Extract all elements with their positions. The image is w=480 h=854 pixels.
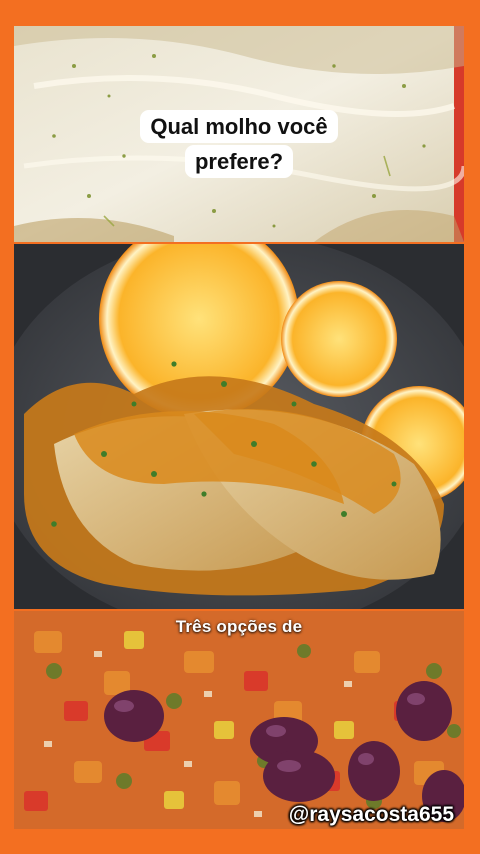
question-line-1: Qual molho você xyxy=(140,110,338,143)
white-sauce-fish-photo: Qual molho você prefere? xyxy=(14,26,464,242)
creator-handle: @raysacosta655 xyxy=(288,803,454,826)
relish-photo: Três opções de @raysacosta655 xyxy=(14,611,464,829)
orange-sauce-fish-photo xyxy=(14,244,464,609)
question-line-2: prefere? xyxy=(184,145,294,178)
caption-text: Três opções de xyxy=(175,617,303,636)
orange-sauce-image xyxy=(14,244,464,609)
question-label: Qual molho você prefere? xyxy=(121,109,357,179)
relish-image xyxy=(14,611,464,829)
